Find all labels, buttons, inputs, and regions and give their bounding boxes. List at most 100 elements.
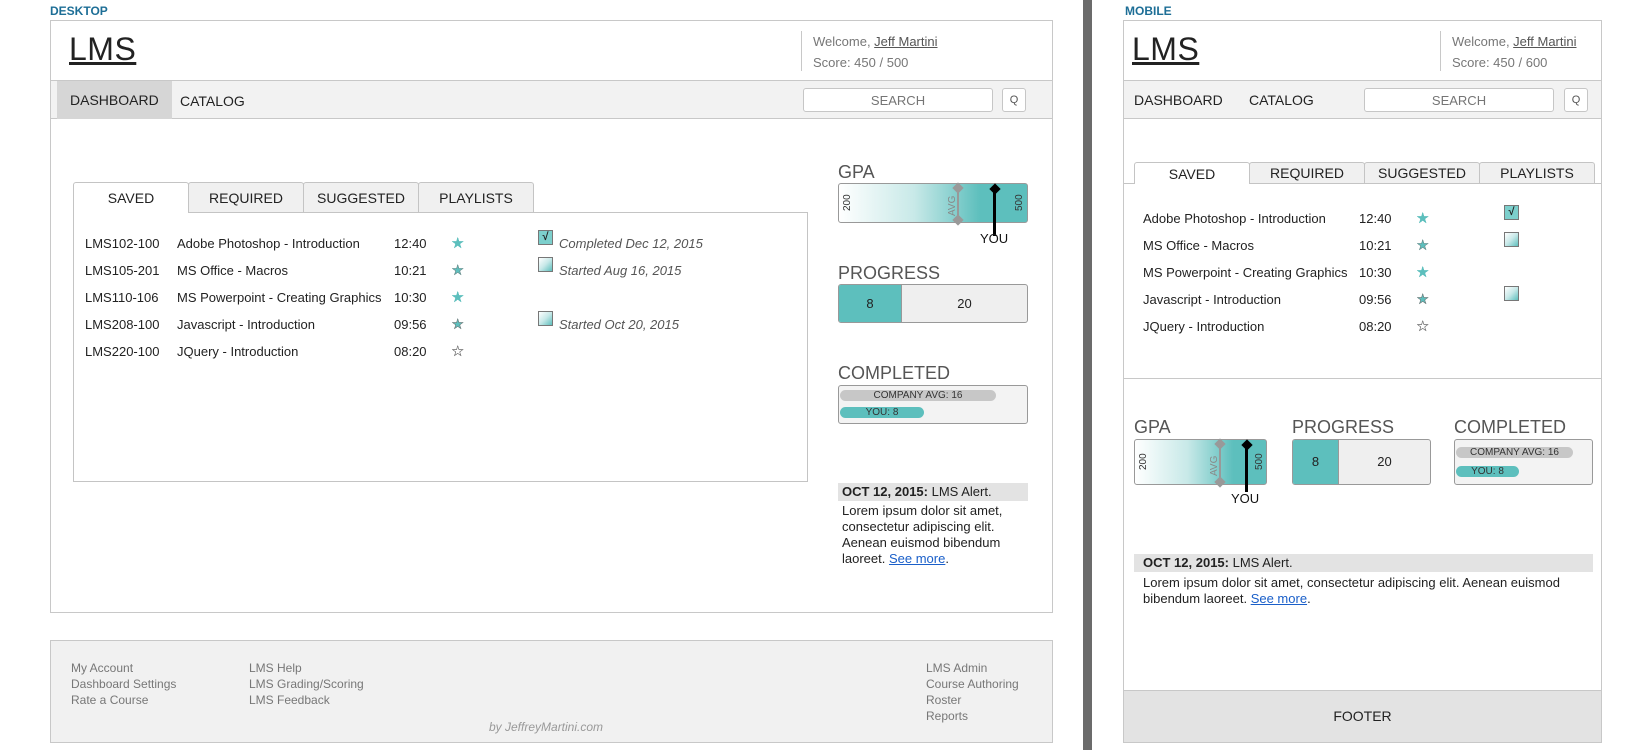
desktop-navbar: DASHBOARD CATALOG Q (51, 80, 1052, 119)
footer-link[interactable]: LMS Grading/Scoring (249, 676, 364, 692)
star-filled-icon: ★ (1416, 210, 1431, 227)
course-code: LMS208-100 (85, 317, 160, 332)
mobile-search-button[interactable]: Q (1564, 88, 1588, 112)
company-avg-pill: COMPANY AVG: 16 (1456, 447, 1573, 458)
footer-link[interactable]: Course Authoring (926, 676, 1019, 692)
mobile-navbar: DASHBOARD CATALOG Q (1124, 80, 1601, 119)
course-title[interactable]: MS Office - Macros (1143, 232, 1254, 260)
desktop-search-button[interactable]: Q (1002, 88, 1026, 112)
course-title[interactable]: JQuery - Introduction (1143, 313, 1264, 341)
star-empty-icon: ☆ (1416, 237, 1431, 254)
desktop-progress-bar: 8 20 (838, 284, 1028, 323)
table-row[interactable]: LMS102-100 Adobe Photoshop - Introduction… (74, 230, 804, 258)
star-empty-icon: ☆ (1416, 318, 1431, 335)
course-title[interactable]: MS Office - Macros (177, 257, 288, 285)
footer-credit: by JeffreyMartini.com (489, 720, 604, 734)
mobile-tab-suggested[interactable]: SUGGESTED (1364, 162, 1480, 183)
course-title[interactable]: JQuery - Introduction (177, 338, 298, 366)
course-status-text: Completed Dec 12, 2015 (559, 236, 703, 251)
footer-link[interactable]: LMS Feedback (249, 692, 364, 708)
gpa-you-diamond-icon (989, 183, 1001, 195)
footer-link[interactable]: Reports (926, 708, 1019, 724)
footer-link[interactable]: My Account (71, 660, 176, 676)
gpa-avg-diamond-icon (952, 182, 964, 194)
mobile-nav-dashboard[interactable]: DASHBOARD (1121, 81, 1236, 119)
mobile-user-link[interactable]: Jeff Martini (1513, 34, 1576, 49)
footer-col-admin: LMS Admin Course Authoring Roster Report… (926, 660, 1019, 724)
course-title[interactable]: Adobe Photoshop - Introduction (177, 230, 360, 258)
mobile-progress-title: PROGRESS (1292, 417, 1395, 437)
gpa-avg-label: AVG (947, 195, 958, 216)
course-duration: 10:30 (1359, 265, 1392, 280)
course-title[interactable]: Javascript - Introduction (1143, 286, 1281, 314)
gpa-avg-diamond-icon (1214, 476, 1226, 488)
course-code: LMS105-201 (85, 263, 160, 278)
started-status-icon (538, 311, 553, 326)
mobile-tab-saved[interactable]: SAVED (1134, 162, 1250, 184)
desktop-logo-link[interactable]: LMS (69, 31, 136, 68)
footer-link[interactable]: Roster (926, 692, 1019, 708)
desktop-gpa-bar: 200 500 AVG (838, 182, 1028, 236)
progress-total: 20 (1377, 454, 1392, 469)
desktop-tab-required[interactable]: REQUIRED (188, 182, 304, 212)
course-duration: 08:20 (394, 344, 427, 359)
course-code: LMS220-100 (85, 344, 160, 359)
list-item[interactable]: JQuery - Introduction 08:20 ☆ ☆ ☆ ☆ (1124, 313, 1594, 341)
desktop-tab-playlists[interactable]: PLAYLISTS (418, 182, 534, 212)
mobile-footer: FOOTER (1124, 690, 1601, 742)
desktop-tab-saved[interactable]: SAVED (73, 182, 189, 213)
gpa-avg-diamond-icon (952, 214, 964, 226)
desktop-alert-header: OCT 12, 2015: LMS Alert. (838, 483, 1028, 501)
list-item[interactable]: MS Office - Macros 10:21 ★ ★ ★ ☆ (1124, 232, 1594, 260)
desktop-footer: My Account Dashboard Settings Rate a Cou… (50, 640, 1053, 743)
course-duration: 09:56 (394, 317, 427, 332)
alert-text: Lorem ipsum dolor sit amet, consectetur … (1143, 575, 1560, 606)
table-row[interactable]: LMS110-106 MS Powerpoint - Creating Graph… (74, 284, 804, 312)
welcome-prefix: Welcome, (1452, 34, 1514, 49)
desktop-score: Score: 450 / 500 (813, 55, 909, 70)
mobile-logo-link[interactable]: LMS (1132, 31, 1199, 68)
mobile-progress-bar: 8 20 (1292, 439, 1431, 485)
welcome-prefix: Welcome, (813, 34, 875, 49)
star-empty-icon: ☆ (451, 343, 466, 360)
list-item[interactable]: Javascript - Introduction 09:56 ★ ★ ☆ ☆ (1124, 286, 1594, 314)
mobile-tab-required[interactable]: REQUIRED (1249, 162, 1365, 183)
footer-link[interactable]: LMS Help (249, 660, 364, 676)
course-duration: 09:56 (1359, 292, 1392, 307)
mobile-tab-playlists[interactable]: PLAYLISTS (1479, 162, 1595, 183)
nav-catalog[interactable]: CATALOG (167, 82, 258, 120)
desktop-search-input[interactable] (803, 88, 993, 112)
footer-link[interactable]: LMS Admin (926, 660, 1019, 676)
mobile-score: Score: 450 / 600 (1452, 55, 1548, 70)
mobile-nav-catalog[interactable]: CATALOG (1236, 81, 1327, 119)
course-code: LMS110-106 (85, 290, 159, 305)
desktop-completed-title: COMPLETED (838, 363, 951, 383)
list-item[interactable]: Adobe Photoshop - Introduction 12:40 ★ ★ ★ ★ √ (1124, 205, 1594, 233)
table-row[interactable]: LMS220-100 JQuery - Introduction 08:20 ☆ ☆ ☆ ☆ (74, 338, 804, 366)
course-title[interactable]: Javascript - Introduction (177, 311, 315, 339)
table-row[interactable]: LMS208-100 Javascript - Introduction 09:56… (74, 311, 804, 339)
course-title[interactable]: MS Powerpoint - Creating Graphics (177, 284, 381, 312)
star-filled-icon: ★ (451, 289, 466, 306)
footer-link[interactable]: Dashboard Settings (71, 676, 176, 692)
completed-check-icon: √ (538, 230, 553, 245)
footer-col-help: LMS Help LMS Grading/Scoring LMS Feedbac… (249, 660, 364, 708)
nav-dashboard[interactable]: DASHBOARD (57, 81, 172, 119)
desktop-tab-suggested[interactable]: SUGGESTED (303, 182, 419, 212)
footer-link[interactable]: Rate a Course (71, 692, 176, 708)
course-title[interactable]: MS Powerpoint - Creating Graphics (1143, 259, 1347, 287)
course-duration: 10:30 (394, 290, 427, 305)
course-code: LMS102-100 (85, 236, 160, 251)
desktop-user-link[interactable]: Jeff Martini (874, 34, 937, 49)
desktop-frame: LMS Welcome, Jeff Martini Score: 450 / 5… (50, 20, 1053, 613)
star-filled-icon: ★ (451, 235, 466, 252)
course-title[interactable]: Adobe Photoshop - Introduction (1143, 205, 1326, 233)
desktop-welcome-block: Welcome, Jeff Martini Score: 450 / 500 (801, 31, 938, 71)
mobile-search-input[interactable] (1364, 88, 1554, 112)
mobile-see-more-link[interactable]: See more (1251, 591, 1307, 606)
desktop-see-more-link[interactable]: See more (889, 551, 945, 566)
course-duration: 10:21 (394, 263, 427, 278)
list-item[interactable]: MS Powerpoint - Creating Graphics 10:30 ★ ★… (1124, 259, 1594, 287)
table-row[interactable]: LMS105-201 MS Office - Macros 10:21 ★ ★ ★ ☆ Sta… (74, 257, 804, 285)
mobile-gpa-title: GPA (1134, 417, 1171, 437)
